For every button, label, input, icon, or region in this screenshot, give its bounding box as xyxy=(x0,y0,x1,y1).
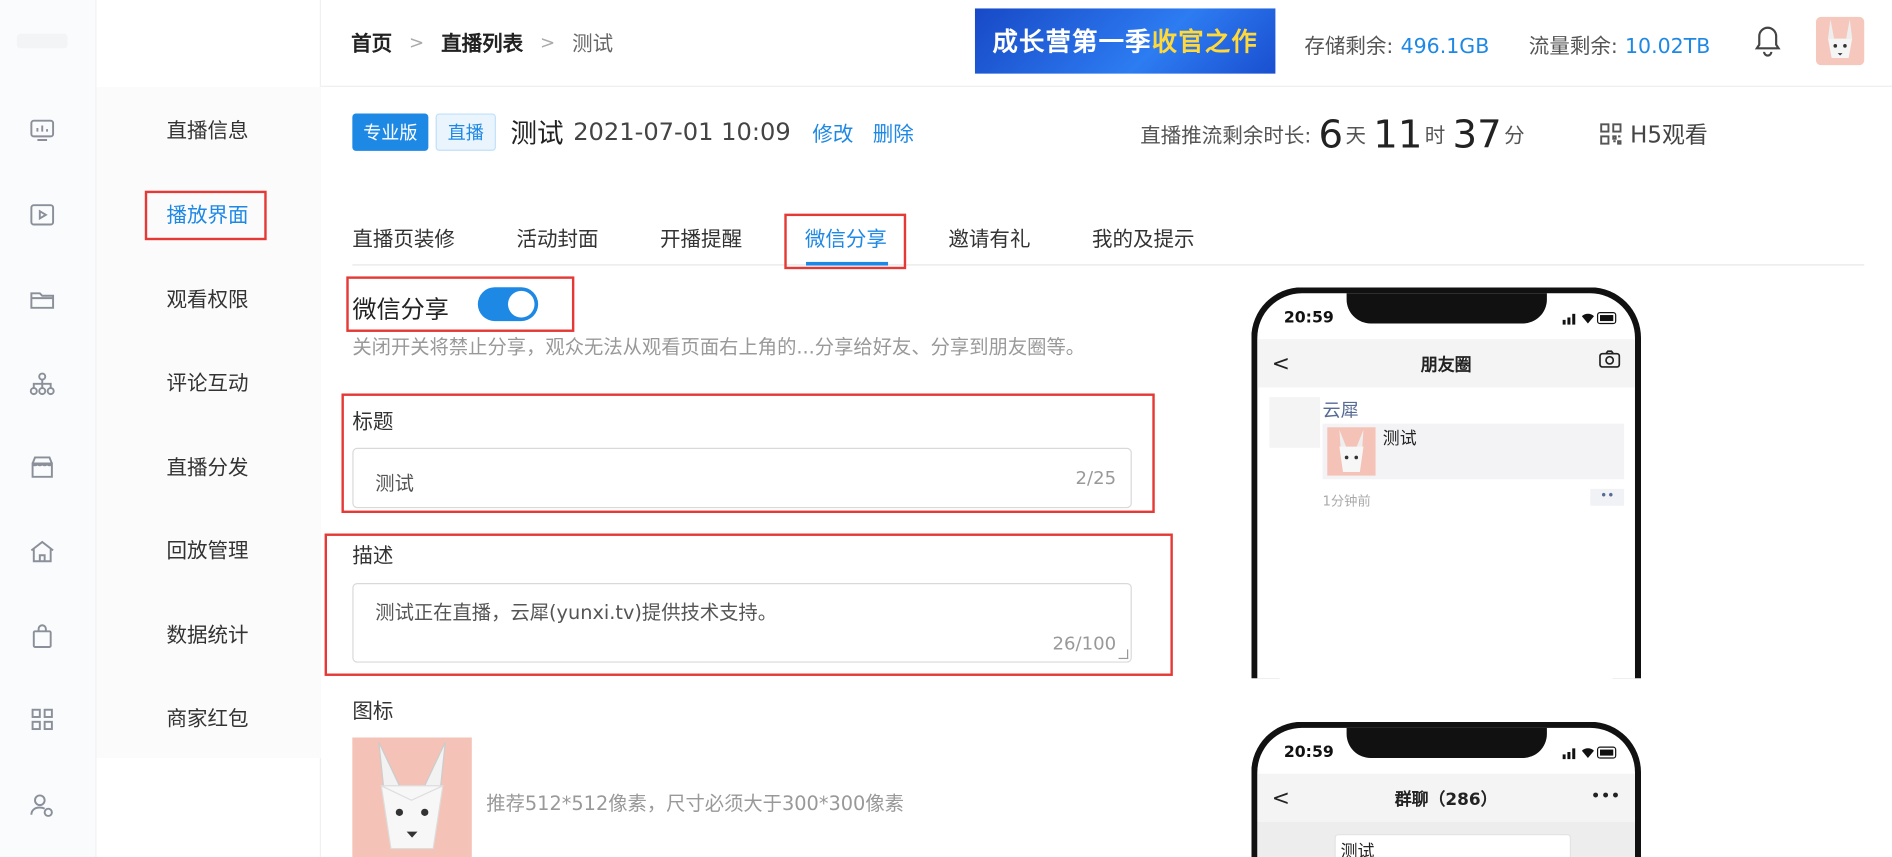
sidebar-item-player-ui[interactable]: 播放界面 xyxy=(167,202,249,231)
qr-code-icon xyxy=(1599,121,1623,145)
promo-banner[interactable]: 成长营第一季 收官之作 xyxy=(974,8,1276,74)
grid-icon[interactable] xyxy=(27,704,58,735)
tab-my-hints[interactable]: 我的及提示 xyxy=(1092,222,1195,252)
tab-page-decoration[interactable]: 直播页装修 xyxy=(352,222,455,252)
monitor-icon[interactable] xyxy=(27,115,58,146)
chevron-right-icon: > xyxy=(409,30,425,53)
store-icon[interactable] xyxy=(27,451,58,482)
title-char-count: 2/25 xyxy=(1075,467,1117,489)
sidebar-item-statistics[interactable]: 数据统计 xyxy=(167,622,249,651)
logo xyxy=(16,33,68,49)
title-input[interactable]: 测试 2/25 xyxy=(352,447,1132,509)
signal-wifi-battery-icon xyxy=(1562,310,1619,325)
share-hint: 关闭开关将禁止分享，观众无法从观看页面右上角的...分享给好友、分享到朋友圈等。 xyxy=(352,335,1086,359)
settings-tabs: 直播页装修 活动封面 开播提醒 微信分享 邀请有礼 我的及提示 xyxy=(352,215,1865,266)
avatar[interactable] xyxy=(1815,16,1865,66)
description-char-count: 26/100 xyxy=(1052,632,1117,655)
description-label: 描述 xyxy=(352,544,394,569)
wechat-share-toggle[interactable] xyxy=(477,287,539,322)
stream-remaining-time: 直播推流剩余时长: 6天 11 时 37 分 xyxy=(1140,111,1525,157)
sub-navigation: 直播信息 播放界面 观看权限 评论互动 直播分发 回放管理 数据统计 商家红包 xyxy=(96,0,321,857)
video-icon[interactable] xyxy=(27,199,58,230)
pro-badge: 专业版 xyxy=(352,112,429,151)
status-time: 20:59 xyxy=(1283,309,1334,328)
tab-start-reminder[interactable]: 开播提醒 xyxy=(660,222,742,252)
user-settings-icon[interactable] xyxy=(27,789,58,820)
icon-rail xyxy=(0,0,97,857)
tab-invite-reward[interactable]: 邀请有礼 xyxy=(948,222,1030,252)
wechat-share-label: 微信分享 xyxy=(352,294,449,324)
moments-share-card: 测试 xyxy=(1322,423,1625,480)
moments-time-ago: 1分钟前 xyxy=(1322,493,1371,510)
tab-wechat-share[interactable]: 微信分享 xyxy=(805,222,887,252)
card-title: 测试 xyxy=(1382,429,1417,450)
bag-icon[interactable] xyxy=(27,620,58,651)
folder-icon[interactable] xyxy=(27,284,58,315)
moments-user: 云犀 xyxy=(1322,399,1359,422)
live-datetime: 2021-07-01 10:09 xyxy=(573,117,791,147)
sidebar-item-view-permission[interactable]: 观看权限 xyxy=(167,286,249,315)
moments-preview-phone: 20:59 < 朋友圈 云犀 测试 1分钟前 •• xyxy=(1251,287,1642,679)
status-time: 20:59 xyxy=(1283,743,1334,762)
icon-size-hint: 推荐512*512像素，尺寸必须大于300*300像素 xyxy=(486,791,904,815)
group-chat-nav-bar: < 群聊（286） ••• xyxy=(1257,773,1635,822)
share-icon-image[interactable] xyxy=(352,737,472,857)
sidebar-item-live-info[interactable]: 直播信息 xyxy=(167,117,249,146)
icon-label: 图标 xyxy=(352,700,394,725)
moments-more-icon: •• xyxy=(1590,488,1625,506)
camera-icon xyxy=(1599,350,1621,375)
delete-link[interactable]: 删除 xyxy=(873,116,914,147)
storage-remaining: 存储剩余: 496.1GB xyxy=(1304,35,1490,60)
breadcrumb: 首页 > 直播列表 > 测试 xyxy=(351,27,613,57)
org-chart-icon[interactable] xyxy=(27,368,58,399)
description-textarea[interactable]: 测试正在直播，云犀(yunxi.tv)提供技术支持。 26/100 xyxy=(352,583,1132,663)
resize-handle[interactable] xyxy=(1118,649,1129,660)
bell-icon[interactable] xyxy=(1753,24,1782,58)
breadcrumb-current: 测试 xyxy=(572,32,614,57)
moments-avatar xyxy=(1269,397,1321,448)
sidebar-item-distribution[interactable]: 直播分发 xyxy=(167,454,249,483)
edit-link[interactable]: 修改 xyxy=(812,116,853,147)
card-thumbnail xyxy=(1327,427,1376,476)
more-icon: ••• xyxy=(1590,786,1621,807)
title-label: 标题 xyxy=(352,410,394,435)
top-header: 首页 > 直播列表 > 测试 成长营第一季 收官之作 存储剩余: 496.1GB 流… xyxy=(320,0,1892,87)
live-badge: 直播 xyxy=(435,112,496,151)
home-icon[interactable] xyxy=(27,536,58,567)
live-title-row: 专业版 直播 测试 2021-07-01 10:09 修改 删除 xyxy=(352,111,914,152)
group-chat-preview-phone: 20:59 < 群聊（286） ••• 测试 xyxy=(1251,721,1642,857)
sidebar-item-comments[interactable]: 评论互动 xyxy=(167,369,249,398)
live-title: 测试 xyxy=(510,119,564,150)
signal-wifi-battery-icon xyxy=(1562,745,1619,760)
chat-share-card: 测试 xyxy=(1334,834,1572,857)
app-frame: 直播信息 播放界面 观看权限 评论互动 直播分发 回放管理 数据统计 商家红包 … xyxy=(0,0,1892,857)
breadcrumb-live-list[interactable]: 直播列表 xyxy=(441,27,523,57)
tab-activity-cover[interactable]: 活动封面 xyxy=(516,222,598,252)
active-tab-indicator xyxy=(806,261,889,266)
chevron-right-icon: > xyxy=(540,30,556,53)
traffic-remaining: 流量剩余: 10.02TB xyxy=(1528,35,1711,60)
breadcrumb-home[interactable]: 首页 xyxy=(351,27,392,57)
sidebar-item-red-packet[interactable]: 商家红包 xyxy=(167,705,249,734)
moments-nav-bar: < 朋友圈 xyxy=(1257,339,1635,388)
h5-watch-button[interactable]: H5观看 xyxy=(1599,117,1708,150)
sidebar-item-playback[interactable]: 回放管理 xyxy=(167,537,249,566)
